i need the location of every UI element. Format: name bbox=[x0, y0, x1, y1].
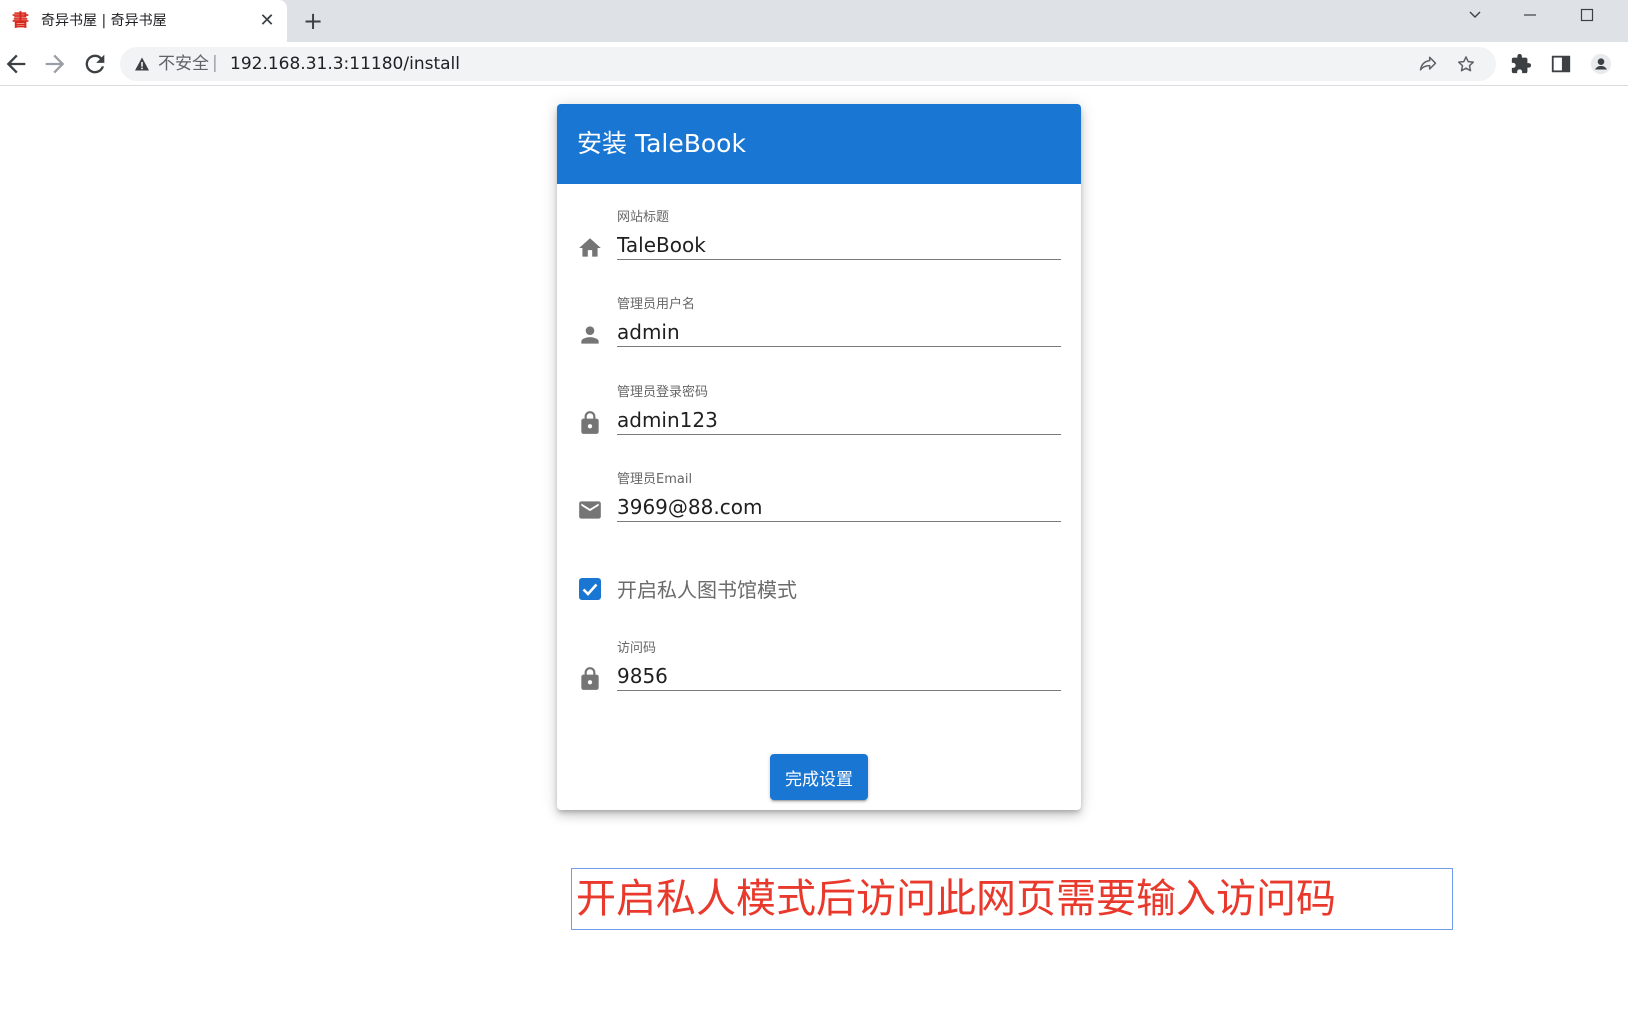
share-icon[interactable] bbox=[1418, 54, 1438, 74]
site-title-input[interactable] bbox=[617, 230, 1061, 260]
admin-username-input[interactable] bbox=[617, 317, 1061, 347]
admin-email-input[interactable] bbox=[617, 492, 1061, 522]
favicon: 書 bbox=[12, 11, 29, 31]
maximize-icon[interactable] bbox=[1564, 0, 1610, 30]
profile-icon[interactable] bbox=[1590, 53, 1612, 75]
checkmark-icon bbox=[582, 583, 598, 596]
card-header: 安装 TaleBook bbox=[557, 104, 1081, 184]
site-title-label: 网站标题 bbox=[617, 210, 670, 225]
admin-username-field: 管理员用户名 bbox=[577, 297, 1061, 357]
install-card: 安装 TaleBook 网站标题 管理员用户名 管理员登录密码 管理员Email bbox=[557, 104, 1081, 810]
admin-username-label: 管理员用户名 bbox=[617, 297, 696, 312]
private-mode-label[interactable]: 开启私人图书馆模式 bbox=[617, 578, 797, 602]
minimize-icon[interactable] bbox=[1507, 0, 1553, 30]
reload-icon[interactable] bbox=[81, 50, 109, 78]
lock-icon bbox=[581, 667, 599, 690]
extensions-icon[interactable] bbox=[1510, 53, 1532, 75]
url-separator: | bbox=[212, 53, 218, 73]
page-title: 安装 TaleBook bbox=[577, 129, 746, 158]
access-code-input[interactable] bbox=[617, 661, 1061, 691]
access-code-label: 访问码 bbox=[617, 641, 657, 656]
security-label[interactable]: 不安全 bbox=[158, 54, 209, 74]
forward-icon[interactable] bbox=[41, 50, 69, 78]
tab-strip: 書 奇异书屋 | 奇异书屋 ✕ + bbox=[0, 0, 1628, 42]
admin-password-label: 管理员登录密码 bbox=[617, 385, 709, 400]
annotation-box: 开启私人模式后访问此网页需要输入访问码 bbox=[571, 868, 1453, 930]
tab-title: 奇异书屋 | 奇异书屋 bbox=[41, 13, 167, 29]
lock-icon bbox=[581, 411, 599, 434]
side-panel-icon[interactable] bbox=[1550, 53, 1572, 75]
bookmark-star-icon[interactable] bbox=[1456, 54, 1476, 74]
browser-tab[interactable]: 書 奇异书屋 | 奇异书屋 ✕ bbox=[0, 0, 287, 42]
browser-toolbar: 不安全 | 192.168.31.3:11180/install bbox=[0, 42, 1628, 86]
access-code-field: 访问码 bbox=[577, 641, 1061, 701]
admin-password-input[interactable] bbox=[617, 405, 1061, 435]
warning-icon[interactable] bbox=[134, 56, 150, 72]
new-tab-button[interactable]: + bbox=[300, 8, 326, 34]
private-mode-checkbox[interactable] bbox=[579, 578, 601, 600]
finish-setup-button[interactable]: 完成设置 bbox=[770, 754, 868, 800]
annotation-text: 开启私人模式后访问此网页需要输入访问码 bbox=[576, 876, 1336, 922]
tab-search-icon[interactable] bbox=[1452, 0, 1498, 30]
back-icon[interactable] bbox=[2, 50, 30, 78]
admin-email-field: 管理员Email bbox=[577, 472, 1061, 532]
admin-password-field: 管理员登录密码 bbox=[577, 385, 1061, 445]
admin-email-label: 管理员Email bbox=[617, 472, 693, 487]
site-title-field: 网站标题 bbox=[577, 210, 1061, 270]
person-icon bbox=[581, 326, 599, 344]
address-bar[interactable]: 不安全 | 192.168.31.3:11180/install bbox=[120, 47, 1496, 81]
email-icon bbox=[579, 501, 601, 519]
url-text[interactable]: 192.168.31.3:11180/install bbox=[230, 54, 460, 74]
home-icon bbox=[579, 238, 601, 257]
close-tab-icon[interactable]: ✕ bbox=[256, 10, 278, 32]
private-mode-checkbox-row[interactable]: 开启私人图书馆模式 bbox=[577, 574, 877, 604]
